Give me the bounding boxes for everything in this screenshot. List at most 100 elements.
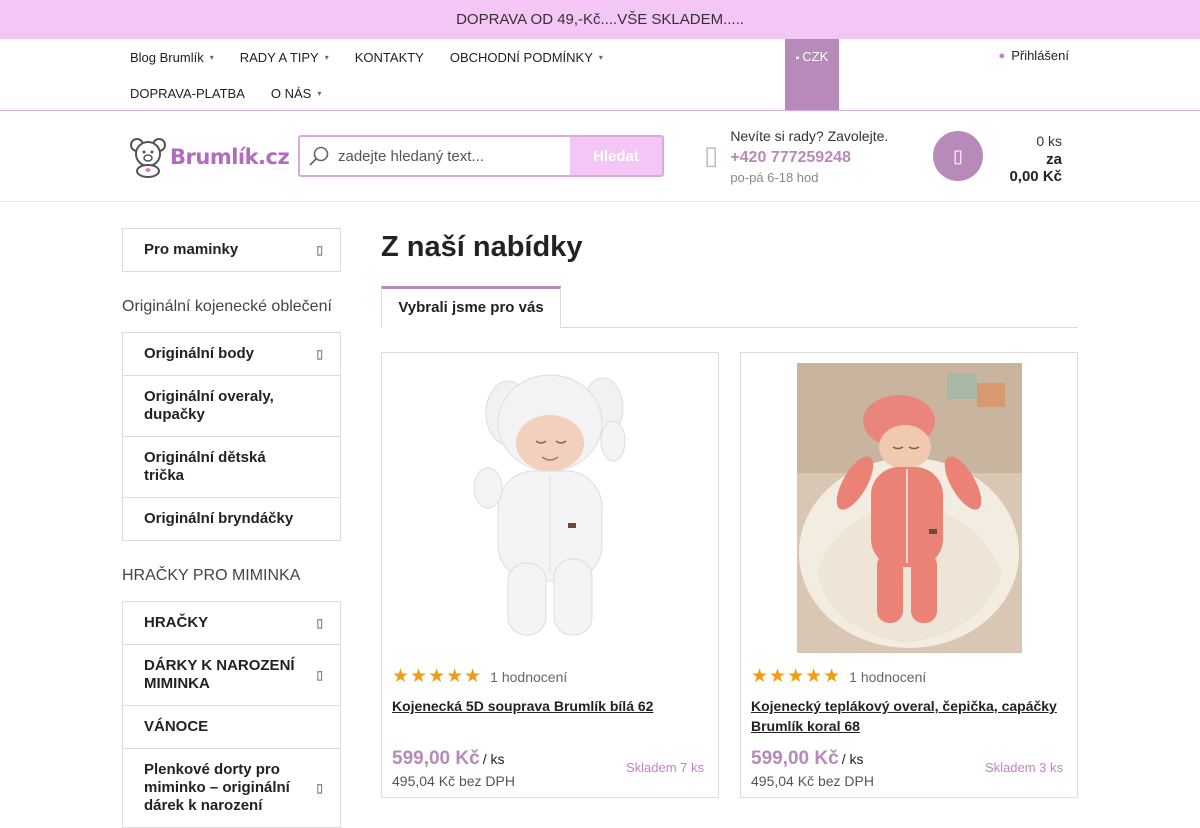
nav-kontakty[interactable]: KONTAKTY xyxy=(355,48,424,66)
nav-onas-label: O NÁS xyxy=(270,85,312,101)
product-price: 599,00 Kč xyxy=(751,748,839,769)
nav-kontakty-label: KONTAKTY xyxy=(354,49,424,65)
nav-doprava-platba[interactable]: DOPRAVA-PLATBA xyxy=(130,84,245,102)
cart-total: 0,00 Kč xyxy=(1009,168,1062,185)
sidebar-item-label: VÁNOCE xyxy=(144,718,209,735)
logo[interactable]: Brumlík.cz xyxy=(127,136,290,178)
sidebar-item-darky[interactable]: DÁRKY K NAROZENÍ MIMINKA ▯ xyxy=(123,645,340,706)
cart-za-label: za xyxy=(1046,151,1062,168)
sidebar-group-2: Originální body ▯ Originální overaly, dup… xyxy=(122,332,341,541)
chevron-right-icon: ▯ xyxy=(316,781,323,795)
nav-podminky-label: OBCHODNÍ PODMÍNKY xyxy=(449,49,593,65)
sidebar-item-label: Originální dětská trička xyxy=(144,449,266,484)
product-price: 599,00 Kč xyxy=(392,748,480,769)
sidebar-section-title: Originální kojenecké oblečení xyxy=(122,298,332,315)
cart-button[interactable]: ▯ xyxy=(933,131,983,181)
rating-count[interactable]: 1 hodnocení xyxy=(490,669,567,685)
top-nav-row-2: DOPRAVA-PLATBA O NÁS ▾ xyxy=(130,84,347,102)
search-bar: Hledat xyxy=(298,135,664,177)
nav-rady-a-tipy[interactable]: RADY A TIPY ▾ xyxy=(240,48,329,66)
tab-bar: Vybrali jsme pro vás xyxy=(381,286,1078,328)
chevron-down-icon: ▾ xyxy=(209,52,214,62)
search-input[interactable] xyxy=(338,137,570,175)
phone-number[interactable]: +420 777259248 xyxy=(730,149,888,167)
user-icon: ● xyxy=(998,49,1006,62)
product-rating: ★★★★★ 1 hodnocení xyxy=(392,665,708,688)
promo-banner: DOPRAVA OD 49,-Kč....VŠE SKLADEM..... xyxy=(0,0,1200,39)
product-card[interactable]: ★★★★★ 1 hodnocení Kojenecká 5D souprava … xyxy=(381,352,719,798)
sidebar-item-label: Originální bryndáčky xyxy=(144,510,294,527)
price-unit: / ks xyxy=(482,751,505,767)
sidebar-item-label: Plenkové dorty pro miminko – originální … xyxy=(144,761,290,814)
nav-rady-label: RADY A TIPY xyxy=(239,49,319,65)
sidebar-item-vanoce[interactable]: VÁNOCE xyxy=(123,706,340,749)
price-without-vat: 495,04 Kč bez DPH xyxy=(751,773,874,789)
currency-label: CZK xyxy=(802,49,829,64)
chevron-right-icon: ▯ xyxy=(316,347,323,361)
currency-selector[interactable]: ▪ CZK xyxy=(785,39,839,110)
login-link[interactable]: ● Přihlášení xyxy=(999,48,1069,63)
search-button[interactable]: Hledat xyxy=(570,137,662,175)
cart-icon: ▯ xyxy=(953,145,963,166)
sidebar-item-label: Originální body xyxy=(144,345,255,362)
tab-vybrali-jsme[interactable]: Vybrali jsme pro vás xyxy=(381,286,561,328)
nav-blog-label: Blog Brumlík xyxy=(130,49,204,65)
product-rating: ★★★★★ 1 hodnocení xyxy=(751,665,1067,688)
sidebar-item-label: HRAČKY xyxy=(144,614,209,631)
sidebar-item-label: Pro maminky xyxy=(144,241,239,258)
page-title: Z naší nabídky xyxy=(381,231,583,263)
chevron-down-icon: ▾ xyxy=(317,88,322,98)
stock-status: Skladem 3 ks xyxy=(984,760,1063,775)
price-block: 599,00 Kč / ks 495,04 Kč bez DPH Skladem … xyxy=(392,748,708,789)
logo-text: Brumlík.cz xyxy=(170,145,290,169)
sidebar-item-overaly[interactable]: Originální overaly, dupačky xyxy=(123,376,340,437)
nav-obchodni-podminky[interactable]: OBCHODNÍ PODMÍNKY ▾ xyxy=(450,48,603,66)
sidebar-item-hracky[interactable]: HRAČKY ▯ xyxy=(123,602,340,645)
sidebar-item-plenkove-dorty[interactable]: Plenkové dorty pro miminko – originální … xyxy=(123,749,340,827)
top-nav-row-1: Blog Brumlík ▾ RADY A TIPY ▾ KONTAKTY OBCH… xyxy=(130,48,629,66)
star-rating-icon: ★★★★★ xyxy=(392,666,483,687)
teddy-bear-logo-icon xyxy=(130,138,166,178)
product-name-link[interactable]: Kojenecká 5D souprava Brumlík bílá 62 xyxy=(392,696,708,736)
main-content: Z naší nabídky Vybrali jsme pro vás ★★★★… xyxy=(381,228,1078,798)
site-header: Brumlík.cz Hledat ▯ Nevíte si rady? Zavo… xyxy=(0,111,1200,202)
login-label: Přihlášení xyxy=(1011,48,1069,63)
product-image-coral-overall[interactable] xyxy=(796,363,1022,653)
product-card[interactable]: ★★★★★ 1 hodnocení Kojenecký teplákový ov… xyxy=(740,352,1078,798)
cart-count: 0 ks xyxy=(1036,133,1062,149)
chevron-right-icon: ▯ xyxy=(316,668,323,682)
sidebar-item-label: DÁRKY K NAROZENÍ MIMINKA xyxy=(144,657,295,692)
opening-hours: po-pá 6-18 hod xyxy=(730,170,819,185)
top-navigation: Blog Brumlík ▾ RADY A TIPY ▾ KONTAKTY OBCH… xyxy=(0,39,1200,111)
sidebar-item-label: Originální overaly, dupačky xyxy=(144,388,274,423)
contact-title: Nevíte si rady? Zavolejte. xyxy=(730,128,889,144)
chevron-down-icon: ▾ xyxy=(598,52,603,62)
sidebar-section-title: HRAČKY PRO MIMINKA xyxy=(122,567,301,584)
product-name-link[interactable]: Kojenecký teplákový overal, čepička, cap… xyxy=(751,696,1067,736)
sidebar-item-pro-maminky[interactable]: Pro maminky ▯ xyxy=(123,229,340,271)
price-block: 599,00 Kč / ks 495,04 Kč bez DPH Skladem … xyxy=(751,748,1067,789)
sidebar-group-3: HRAČKY ▯ DÁRKY K NAROZENÍ MIMINKA ▯ VÁNOCE… xyxy=(122,601,341,828)
product-grid: ★★★★★ 1 hodnocení Kojenecká 5D souprava … xyxy=(381,352,1078,798)
price-without-vat: 495,04 Kč bez DPH xyxy=(392,773,515,789)
search-icon xyxy=(300,137,338,175)
chevron-down-icon: ▾ xyxy=(324,52,329,62)
sidebar-item-tricka[interactable]: Originální dětská trička xyxy=(123,437,340,498)
star-rating-icon: ★★★★★ xyxy=(751,666,842,687)
nav-doprava-label: DOPRAVA-PLATBA xyxy=(130,85,245,101)
chevron-right-icon: ▯ xyxy=(316,243,323,257)
nav-blog[interactable]: Blog Brumlík ▾ xyxy=(130,48,214,66)
rating-count[interactable]: 1 hodnocení xyxy=(849,669,926,685)
phone-icon: ▯ xyxy=(704,140,719,170)
nav-o-nas[interactable]: O NÁS ▾ xyxy=(271,84,321,102)
price-unit: / ks xyxy=(841,751,864,767)
sidebar-item-bryndacky[interactable]: Originální bryndáčky xyxy=(123,498,340,540)
product-image-white-baby-set[interactable] xyxy=(437,363,663,653)
category-sidebar: Pro maminky ▯ Originální kojenecké obleče… xyxy=(122,228,341,828)
currency-icon: ▪ xyxy=(795,53,800,64)
chevron-right-icon: ▯ xyxy=(316,616,323,630)
contact-block: ▯ Nevíte si rady? Zavolejte. +420 777259… xyxy=(704,128,888,185)
stock-status: Skladem 7 ks xyxy=(625,760,704,775)
sidebar-item-originalni-body[interactable]: Originální body ▯ xyxy=(123,333,340,376)
cart-summary[interactable]: 0 ks za 0,00 Kč xyxy=(1009,133,1062,185)
